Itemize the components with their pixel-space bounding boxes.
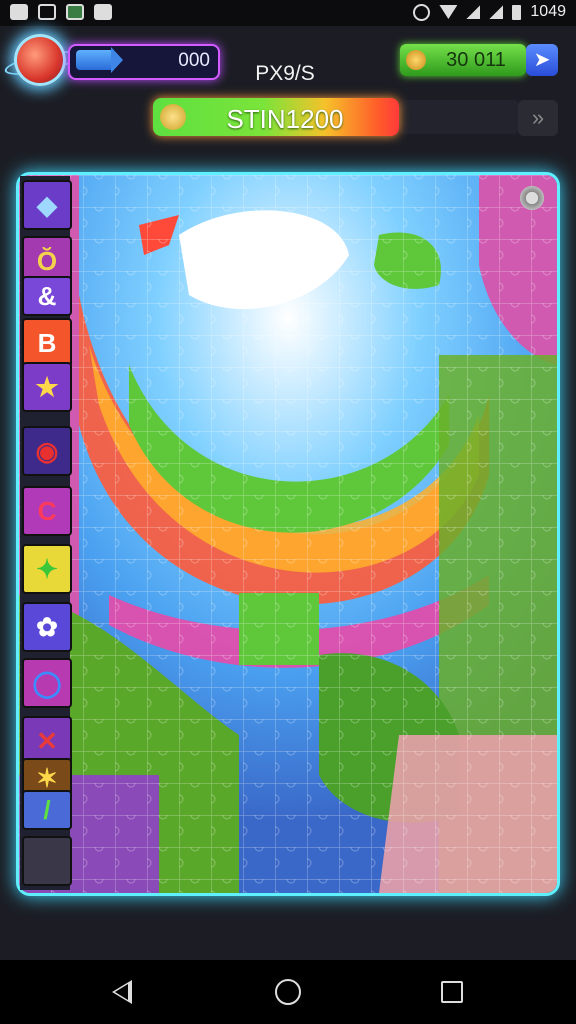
coin-icon bbox=[406, 50, 426, 70]
puzzle-board[interactable] bbox=[16, 172, 560, 896]
orb-avatar-icon[interactable] bbox=[14, 34, 66, 86]
green-star-tile[interactable]: ✦ bbox=[22, 544, 72, 594]
star-tile[interactable]: ★ bbox=[22, 362, 72, 412]
home-icon[interactable] bbox=[275, 979, 301, 1005]
check-tile[interactable]: / bbox=[22, 790, 72, 830]
score-value: 000 bbox=[178, 50, 210, 71]
coins-value: 30 011 bbox=[446, 49, 506, 71]
gallery-icon bbox=[66, 4, 84, 20]
share-icon[interactable]: ➤ bbox=[526, 44, 558, 76]
recent-apps-icon[interactable] bbox=[441, 981, 463, 1003]
settings-icon[interactable] bbox=[518, 184, 546, 212]
status-bar: 1049 bbox=[0, 0, 576, 26]
ampersand-tile[interactable]: & bbox=[22, 276, 72, 316]
battery-icon bbox=[512, 4, 522, 20]
blank-tile[interactable] bbox=[22, 836, 72, 886]
leaf-icon bbox=[160, 104, 186, 130]
puzzle-artwork bbox=[19, 175, 557, 893]
clock: 1049 bbox=[530, 3, 566, 20]
notification-icons bbox=[10, 4, 112, 20]
android-icon bbox=[94, 4, 112, 20]
signal-icon bbox=[489, 5, 504, 19]
progress-track bbox=[400, 100, 518, 134]
level-title: PX9/S bbox=[255, 62, 315, 85]
skip-icon[interactable]: » bbox=[518, 100, 558, 136]
swirl-tile[interactable]: C bbox=[22, 486, 72, 536]
alarm-icon bbox=[413, 3, 431, 21]
wifi-icon bbox=[439, 5, 458, 19]
back-icon[interactable] bbox=[112, 980, 132, 1004]
b-tile[interactable]: B bbox=[22, 318, 72, 368]
image-icon bbox=[38, 4, 56, 20]
eye-tile[interactable]: ◉ bbox=[22, 426, 72, 476]
ring-tile[interactable]: ◯ bbox=[22, 658, 72, 708]
arrow-icon[interactable] bbox=[76, 47, 123, 73]
signal-icon bbox=[466, 5, 481, 19]
system-icons: 1049 bbox=[413, 3, 566, 21]
diamond-tile[interactable]: ◆ bbox=[22, 180, 72, 230]
gem-tile[interactable]: ✿ bbox=[22, 602, 72, 652]
photo-icon bbox=[10, 4, 28, 20]
progress-label: STIN1200 bbox=[226, 104, 344, 134]
